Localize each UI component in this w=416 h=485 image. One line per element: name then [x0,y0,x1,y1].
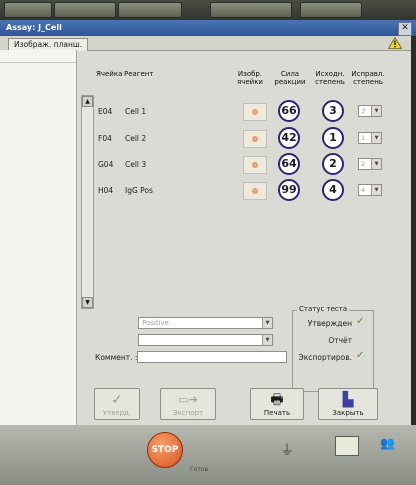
status-report: Отчёт [328,336,352,345]
reaction-strength: 64 [278,153,300,175]
test-status-legend: Статус теста [297,305,350,313]
chevron-down-icon: ▼ [371,159,381,169]
col-header-corrected: Исправл. степень [351,70,385,86]
row-reagent: Cell 1 [125,107,147,116]
comment-label: Коммент. : [95,353,138,362]
col-header-well: Ячейка [96,70,123,78]
result-select-2[interactable]: ▼ [138,334,273,346]
initial-grade: 2 [322,153,344,175]
corrected-grade-select[interactable]: 3 ▼ [358,105,382,117]
row-well: H04 [98,186,114,195]
printer-icon: 🖶 [270,392,284,408]
close-icon[interactable]: ✕ [398,22,412,36]
well-thumbnail[interactable] [243,130,267,148]
toolbar-button[interactable] [118,2,182,18]
left-list-pane [0,50,77,425]
chevron-down-icon: ▼ [371,133,381,143]
close-button[interactable]: ▙ Закрыть [318,388,378,420]
scroll-up-icon[interactable]: ▲ [82,96,93,107]
row-reagent: Cell 2 [125,134,147,143]
reaction-strength: 42 [278,127,300,149]
corrected-grade-select[interactable]: 4 ▼ [358,184,382,196]
col-header-image: Изобр. ячейки [237,70,263,86]
status-text: Готов [190,466,209,473]
col-header-strength: Сила реакции [274,70,306,86]
toolbar-button[interactable] [300,2,362,18]
approved-check-icon: ✓ [356,316,365,327]
initial-grade: 4 [322,179,344,201]
result-select[interactable]: Positive ▼ [138,317,273,329]
checkmark-icon: ✓ [111,392,123,408]
col-header-initial: Исходн. степень [315,70,345,86]
export-icon: ▭➔ [178,393,198,406]
comment-input[interactable] [137,351,287,363]
chevron-down-icon: ▼ [262,318,272,328]
row-reagent: Cell 3 [125,160,147,169]
well-thumbnail[interactable] [243,182,267,200]
door-exit-icon: ▙ [342,392,354,408]
initial-grade: 3 [322,100,344,122]
row-well: G04 [98,160,114,169]
toolbar-button[interactable] [210,2,292,18]
well-thumbnail[interactable] [243,103,267,121]
exported-check-icon: ✓ [356,350,365,361]
stop-button[interactable]: STOP [147,432,183,468]
table-scrollbar[interactable]: ▲ ▼ [81,95,94,309]
status-exported: Экспортиров. [298,353,352,362]
toolbar-button[interactable] [4,2,52,18]
reaction-strength: 66 [278,100,300,122]
chevron-down-icon: ▼ [371,185,381,195]
col-header-reagent: Реагент [124,70,154,78]
warning-icon [388,37,402,49]
corrected-grade-select[interactable]: 1 ▼ [358,132,382,144]
export-button[interactable]: ▭➔ Экспорт [160,388,216,420]
status-approved: Утвержден [307,319,352,328]
toolbar-button[interactable] [54,2,116,18]
approve-button[interactable]: ✓ Утверд. [94,388,140,420]
users-icon[interactable]: 👥 [380,436,395,450]
corrected-grade-select[interactable]: 2 ▼ [358,158,382,170]
row-well: F04 [98,134,112,143]
chart-icon[interactable] [335,436,359,456]
row-reagent: IgG Pos [125,186,153,195]
chevron-down-icon: ▼ [262,335,272,345]
initial-grade: 1 [322,127,344,149]
well-thumbnail[interactable] [243,156,267,174]
print-button[interactable]: 🖶 Печать [250,388,304,420]
scroll-down-icon[interactable]: ▼ [82,297,93,308]
row-well: E04 [98,107,113,116]
window-title: Assay: J_Cell [0,20,416,36]
reaction-strength: 99 [278,179,300,201]
chevron-down-icon: ▼ [371,106,381,116]
plug-icon[interactable]: ⏚ [280,440,294,460]
